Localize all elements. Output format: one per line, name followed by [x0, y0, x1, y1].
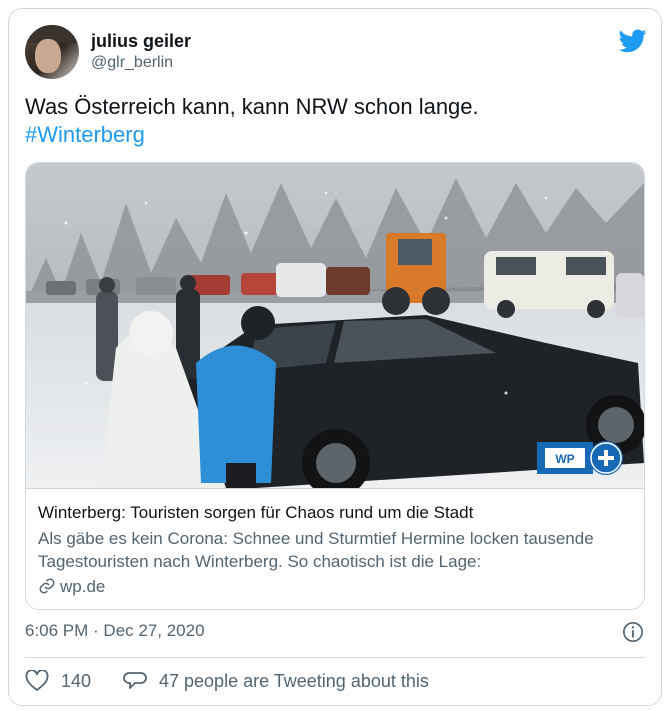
speech-bubble-icon	[123, 672, 147, 689]
card-meta[interactable]: Winterberg: Touristen sorgen für Chaos r…	[26, 488, 644, 609]
conversation-button[interactable]: 47 people are Tweeting about this	[123, 669, 463, 693]
tweet-timestamp[interactable]: 6:06 PM · Dec 27, 2020	[25, 621, 205, 641]
card-description: Als gäbe es kein Corona: Schnee und Stur…	[38, 529, 594, 571]
tweet-text: Was Österreich kann, kann NRW schon lang…	[25, 93, 645, 149]
tweet-card[interactable]: julius geiler @glr_berlin Was Österreich…	[8, 8, 662, 706]
conversation-text: 47 people are Tweeting about this	[159, 671, 429, 691]
wp-badge-label: WP	[555, 452, 574, 466]
divider	[25, 657, 645, 658]
card-title: Winterberg: Touristen sorgen für Chaos r…	[38, 503, 474, 522]
link-preview-card[interactable]: WP Winterberg: Touristen sorgen für Chao…	[25, 162, 645, 610]
hashtag-link[interactable]: #Winterberg	[25, 121, 645, 149]
twitter-bird-icon[interactable]	[619, 29, 647, 53]
avatar[interactable]	[25, 25, 79, 79]
author-handle[interactable]: @glr_berlin	[91, 54, 173, 72]
tweet-body: Was Österreich kann, kann NRW schon lang…	[25, 94, 479, 119]
like-count: 140	[61, 671, 92, 691]
link-icon	[39, 578, 55, 594]
card-domain[interactable]: wp.de	[38, 577, 105, 597]
card-domain-text: wp.de	[60, 577, 106, 596]
info-icon[interactable]	[622, 621, 644, 643]
author-name[interactable]: julius geiler	[91, 31, 191, 52]
wp-plus-badge: WP	[537, 439, 625, 482]
like-button[interactable]: 140	[25, 669, 105, 693]
heart-icon	[25, 670, 49, 691]
